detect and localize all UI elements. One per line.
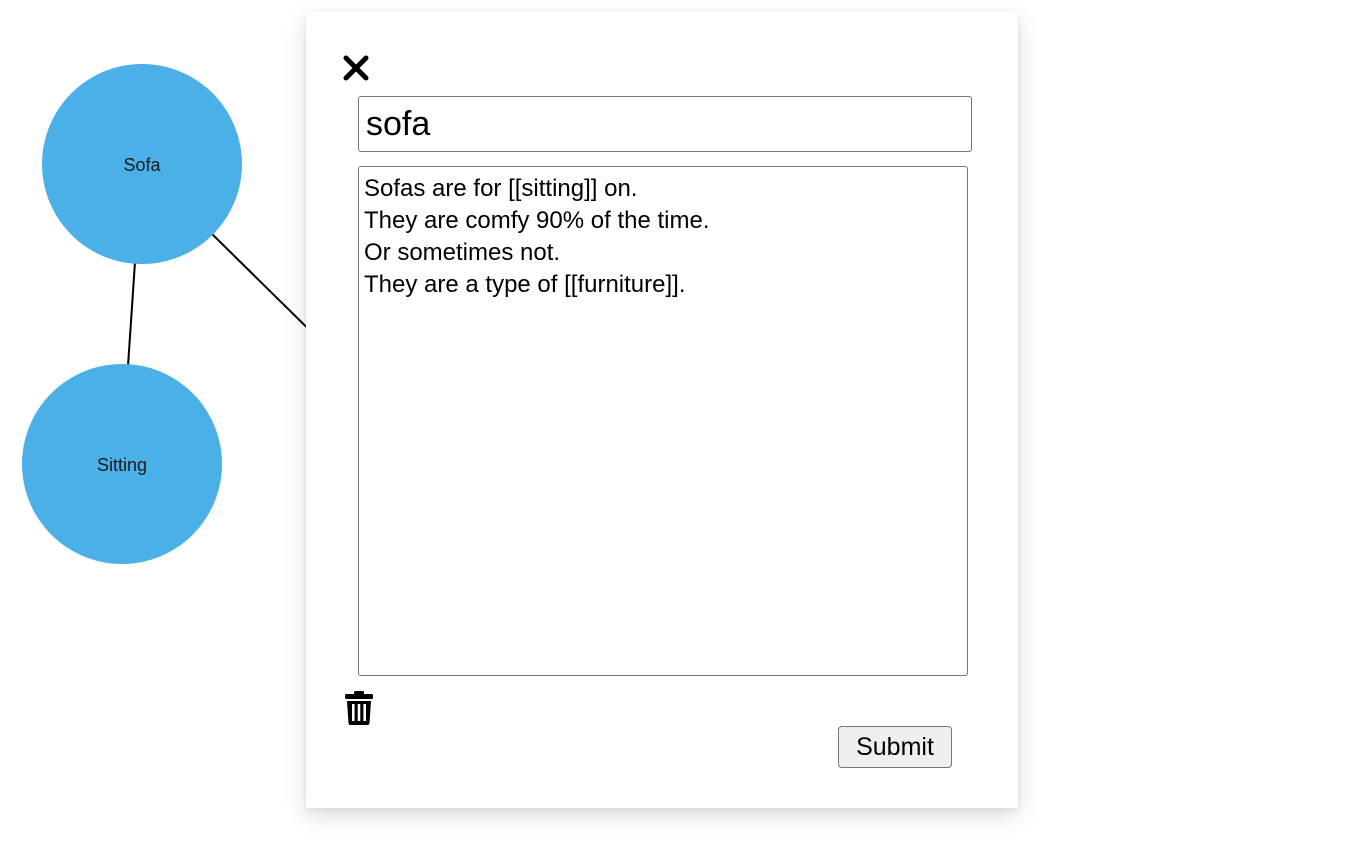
trash-icon: [345, 691, 373, 725]
close-icon: [343, 55, 369, 81]
submit-button[interactable]: Submit: [838, 726, 952, 768]
edit-node-modal: Sofas are for [[sitting]] on. They are c…: [306, 12, 1018, 808]
delete-button[interactable]: [344, 690, 376, 726]
node-label: Sitting: [97, 455, 147, 475]
node-label: Sofa: [123, 155, 161, 175]
graph-node-sitting[interactable]: Sitting: [22, 364, 222, 564]
graph-node-sofa[interactable]: Sofa: [42, 64, 242, 264]
close-button[interactable]: [342, 54, 370, 82]
node-title-input[interactable]: [358, 96, 972, 152]
node-body-textarea[interactable]: Sofas are for [[sitting]] on. They are c…: [358, 166, 968, 676]
edge-sofa-sitting: [127, 261, 136, 367]
